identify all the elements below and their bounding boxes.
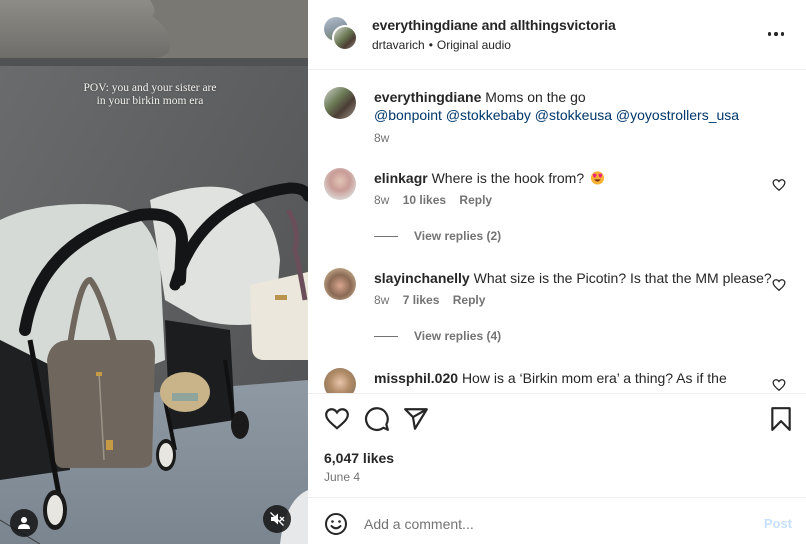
caption-text: everythingdiane Moms on the go @bonpoint… bbox=[374, 88, 774, 124]
add-comment-bar: Post bbox=[308, 497, 806, 544]
comment-text: elinkagr Where is the hook from? bbox=[374, 169, 774, 187]
post-media-video[interactable]: POV: you and your sister are in your bir… bbox=[0, 0, 308, 544]
comment-time[interactable]: 8w bbox=[374, 293, 389, 307]
mention-link[interactable]: @stokkeusa bbox=[535, 107, 612, 123]
comment-likes[interactable]: 7 likes bbox=[403, 293, 440, 307]
collab-avatars[interactable] bbox=[324, 17, 360, 53]
separator-dot: • bbox=[428, 38, 433, 52]
bookmark-icon[interactable] bbox=[768, 406, 794, 432]
likes-count[interactable]: 6,047 likes bbox=[324, 450, 394, 466]
mention-link[interactable]: @bonpoint bbox=[374, 107, 442, 123]
heart-icon[interactable] bbox=[772, 278, 786, 292]
mute-toggle-button[interactable] bbox=[263, 505, 291, 533]
username-link[interactable]: slayinchanelly bbox=[374, 270, 470, 286]
person-icon bbox=[18, 517, 30, 529]
audio-info: drtavarich • Original audio bbox=[372, 38, 511, 52]
comment-time[interactable]: 8w bbox=[374, 193, 389, 207]
emoji-picker-icon[interactable] bbox=[324, 512, 348, 536]
column-base bbox=[0, 0, 171, 58]
view-replies-button[interactable]: View replies (2) bbox=[374, 229, 501, 243]
more-options-button[interactable] bbox=[764, 24, 788, 44]
speaker-muted-icon bbox=[270, 512, 285, 526]
comment-text: missphil.020 How is a ‘Birkin mom era’ a… bbox=[374, 369, 774, 387]
cream-handbag bbox=[250, 272, 308, 360]
username-link[interactable]: missphil.020 bbox=[374, 370, 458, 386]
comment-meta: 8w 10 likes Reply bbox=[374, 193, 502, 207]
post-authors[interactable]: everythingdiane and allthingsvictoria bbox=[372, 17, 616, 33]
comment-input[interactable] bbox=[364, 510, 734, 538]
avatar[interactable] bbox=[324, 368, 356, 393]
post-header: everythingdiane and allthingsvictoria dr… bbox=[308, 0, 806, 70]
view-replies-button[interactable]: View replies (4) bbox=[374, 329, 501, 343]
view-replies-label: View replies (4) bbox=[414, 329, 502, 343]
divider-line bbox=[374, 235, 398, 237]
avatar[interactable] bbox=[324, 268, 356, 300]
caption-body: Moms on the go bbox=[485, 89, 586, 105]
comment-text: slayinchanelly What size is the Picotin?… bbox=[374, 269, 774, 287]
reply-button[interactable]: Reply bbox=[459, 193, 492, 207]
comment-body: What size is the Picotin? Is that the MM… bbox=[473, 270, 772, 286]
comment-meta: 8w 7 likes Reply bbox=[374, 293, 495, 307]
mention-link[interactable]: @stokkebaby bbox=[446, 107, 531, 123]
caption-meta: 8w bbox=[374, 131, 399, 145]
overlay-line: POV: you and your sister are bbox=[83, 82, 217, 94]
overlay-line: in your birkin mom era bbox=[96, 95, 204, 107]
avatar[interactable] bbox=[324, 87, 356, 119]
heart-icon[interactable] bbox=[324, 406, 350, 432]
post-actions: 6,047 likes June 4 bbox=[308, 393, 806, 497]
view-replies-label: View replies (2) bbox=[414, 229, 502, 243]
more-dot bbox=[774, 32, 778, 36]
comments-list[interactable]: everythingdiane Moms on the go @bonpoint… bbox=[308, 71, 806, 393]
straw-hat bbox=[160, 372, 210, 412]
divider-line bbox=[374, 335, 398, 337]
paper-plane-icon[interactable] bbox=[403, 406, 429, 432]
more-horizontal-icon bbox=[767, 32, 772, 36]
post-side-panel: everythingdiane and allthingsvictoria dr… bbox=[308, 0, 806, 544]
heart-icon[interactable] bbox=[772, 178, 786, 192]
tagged-people-button[interactable] bbox=[10, 509, 38, 537]
post-date[interactable]: June 4 bbox=[324, 470, 360, 484]
post-comment-button[interactable]: Post bbox=[764, 516, 792, 531]
audio-author-link[interactable]: drtavarich bbox=[372, 38, 425, 52]
reply-button[interactable]: Reply bbox=[453, 293, 486, 307]
username-link[interactable]: everythingdiane bbox=[374, 89, 481, 105]
caption-time[interactable]: 8w bbox=[374, 131, 389, 145]
mention-link[interactable]: @yoyostrollers_usa bbox=[616, 107, 739, 123]
original-audio-link[interactable]: Original audio bbox=[437, 38, 511, 52]
username-link[interactable]: elinkagr bbox=[374, 170, 428, 186]
avatar[interactable] bbox=[324, 168, 356, 200]
comment-body: How is a ‘Birkin mom era’ a thing? As if… bbox=[461, 370, 727, 386]
heart-eyes-emoji-icon bbox=[590, 171, 605, 185]
comment-likes[interactable]: 10 likes bbox=[403, 193, 446, 207]
comment-icon[interactable] bbox=[364, 406, 390, 432]
more-dot bbox=[780, 32, 785, 36]
video-text-overlay: POV: you and your sister are in your bir… bbox=[0, 82, 308, 108]
comment-body: Where is the hook from? bbox=[431, 170, 585, 186]
heart-icon[interactable] bbox=[772, 378, 786, 392]
avatar-everythingdiane[interactable] bbox=[332, 25, 358, 51]
